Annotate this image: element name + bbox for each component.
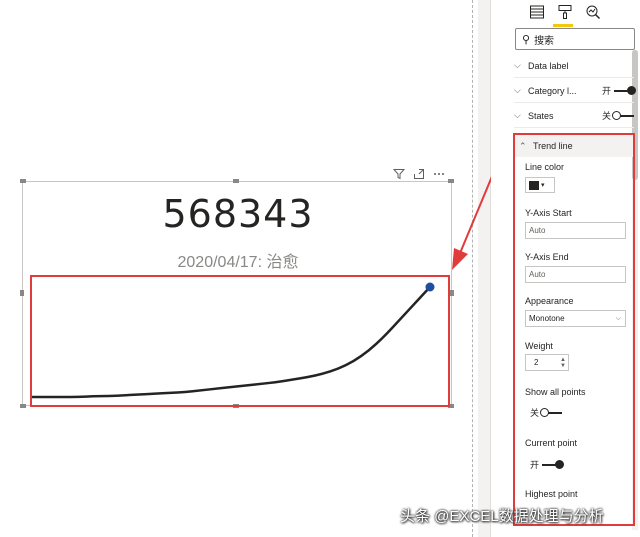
resize-handle-top-left[interactable]: [20, 179, 26, 183]
focus-mode-icon[interactable]: [413, 168, 425, 180]
active-tab-indicator: [553, 24, 573, 27]
trend-highlight-box: [30, 275, 450, 407]
kpi-category-label: 2020/04/17: 治愈: [177, 254, 299, 271]
resize-handle-top[interactable]: [233, 179, 239, 183]
trend-panel-highlight-box: [513, 133, 635, 526]
section-category-label[interactable]: ⌵ Category l... 开: [514, 79, 636, 103]
kpi-value: 568343: [162, 192, 314, 236]
search-placeholder: 搜索: [534, 35, 555, 47]
section-label: Category l...: [528, 85, 577, 96]
search-input[interactable]: ⚲ 搜索: [515, 28, 635, 50]
format-icon[interactable]: [557, 4, 575, 22]
section-label: States: [528, 110, 554, 121]
watermark: 头条 @EXCEL数据处理与分析: [400, 508, 604, 525]
resize-handle-right[interactable]: [450, 290, 454, 296]
chevron-down-icon: ⌵: [514, 60, 521, 70]
search-icon: ⚲: [522, 33, 531, 46]
visual-header: [392, 168, 445, 180]
analytics-icon[interactable]: [585, 4, 603, 22]
toggle-state: 开: [601, 86, 611, 96]
section-label: Data label: [528, 60, 569, 71]
category-label-toggle[interactable]: 开: [601, 84, 636, 97]
chevron-down-icon: ⌵: [514, 110, 521, 120]
toggle-state: 关: [601, 111, 611, 121]
resize-handle-left[interactable]: [20, 290, 24, 296]
pane-tab-bar: [529, 4, 603, 22]
chevron-down-icon: ⌵: [514, 85, 521, 95]
section-states[interactable]: ⌵ States 关: [514, 104, 634, 128]
filter-icon[interactable]: [392, 168, 406, 180]
resize-handle-bottom-left[interactable]: [20, 404, 26, 408]
states-toggle[interactable]: 关: [602, 109, 634, 122]
section-data-label[interactable]: ⌵ Data label: [514, 54, 634, 78]
fields-icon[interactable]: [529, 4, 547, 22]
